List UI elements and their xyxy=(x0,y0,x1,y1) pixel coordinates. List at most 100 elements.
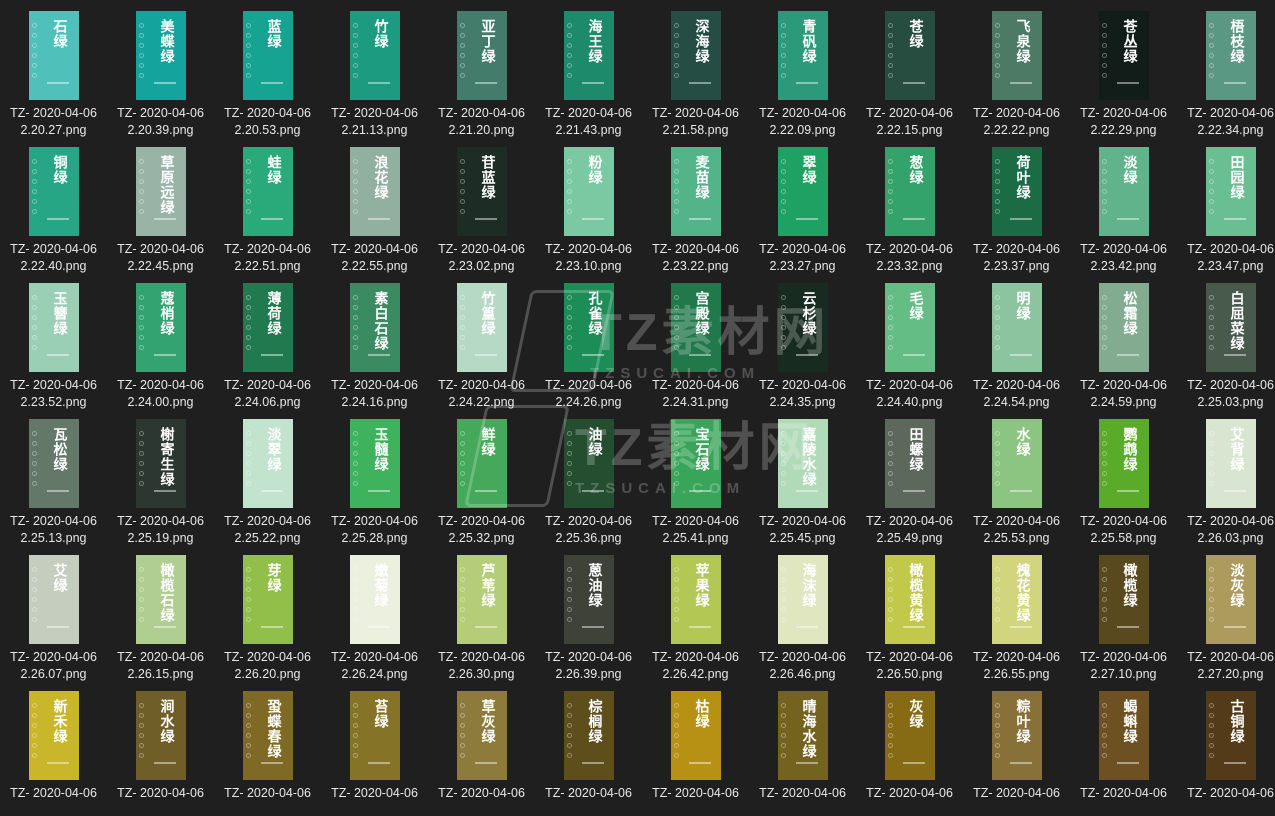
file-item[interactable]: 云杉绿 TZ- 2020-04-06 2.24.35.png xyxy=(749,272,856,409)
file-thumbnail: 芽绿 xyxy=(242,555,293,644)
swatch-marks xyxy=(887,703,894,773)
swatch-dot xyxy=(887,441,893,446)
file-item[interactable]: 橄榄石绿 TZ- 2020-04-06 2.26.15.png xyxy=(107,544,214,681)
file-item[interactable]: 田螺绿 TZ- 2020-04-06 2.25.49.png xyxy=(856,408,963,545)
swatch-marks xyxy=(994,295,1001,365)
file-item[interactable]: 粉绿 TZ- 2020-04-06 2.23.10.png xyxy=(535,136,642,273)
file-item[interactable]: 蒽油绿 TZ- 2020-04-06 2.26.39.png xyxy=(535,544,642,681)
file-item[interactable]: 葱绿 TZ- 2020-04-06 2.23.32.png xyxy=(856,136,963,273)
thumbnail-caption-mark xyxy=(1223,626,1246,628)
file-item[interactable]: 粽叶绿 TZ- 2020-04-06 xyxy=(963,680,1070,816)
file-item[interactable]: 薄荷绿 TZ- 2020-04-06 2.24.06.png xyxy=(214,272,321,409)
file-item[interactable]: 梧枝绿 TZ- 2020-04-06 2.22.34.png xyxy=(1177,0,1275,137)
file-item[interactable]: 棕榈绿 TZ- 2020-04-06 xyxy=(535,680,642,816)
file-item[interactable]: 毛绿 TZ- 2020-04-06 2.24.40.png xyxy=(856,272,963,409)
file-item[interactable]: 石绿 TZ- 2020-04-06 2.20.27.png xyxy=(0,0,107,137)
thumbnail-color-name: 蝎蝌绿 xyxy=(1121,699,1138,744)
file-item[interactable]: 蛩蝶春绿 TZ- 2020-04-06 xyxy=(214,680,321,816)
file-thumbnail: 鹦鹉绿 xyxy=(1098,419,1149,508)
file-name-label: TZ- 2020-04-06 2.22.15.png xyxy=(856,105,963,139)
file-thumbnail: 蛙绿 xyxy=(242,147,293,236)
file-item[interactable]: 荷叶绿 TZ- 2020-04-06 2.23.37.png xyxy=(963,136,1070,273)
thumbnail-caption-mark xyxy=(688,762,711,764)
file-item[interactable]: 白屈菜绿 TZ- 2020-04-06 2.25.03.png xyxy=(1177,272,1275,409)
swatch-dot xyxy=(673,733,679,738)
file-item[interactable]: 蓝绿 TZ- 2020-04-06 2.20.53.png xyxy=(214,0,321,137)
file-item[interactable]: 蝎蝌绿 TZ- 2020-04-06 xyxy=(1070,680,1177,816)
file-thumbnail: 薄荷绿 xyxy=(242,283,293,372)
swatch-marks xyxy=(1101,159,1108,229)
swatch-dot xyxy=(887,703,893,708)
file-item[interactable]: 青矾绿 TZ- 2020-04-06 2.22.09.png xyxy=(749,0,856,137)
thumbnail-color-name: 槐花黄绿 xyxy=(1014,563,1031,623)
file-item[interactable]: 榭寄生绿 TZ- 2020-04-06 2.25.19.png xyxy=(107,408,214,545)
file-item[interactable]: 素白石绿 TZ- 2020-04-06 2.24.16.png xyxy=(321,272,428,409)
file-name-label: TZ- 2020-04-06 2.25.28.png xyxy=(321,513,428,547)
file-item[interactable]: 麦苗绿 TZ- 2020-04-06 2.23.22.png xyxy=(642,136,749,273)
file-item[interactable]: 淡灰绿 TZ- 2020-04-06 2.27.20.png xyxy=(1177,544,1275,681)
swatch-dot xyxy=(994,345,1000,350)
file-item[interactable]: 浪花绿 TZ- 2020-04-06 2.22.55.png xyxy=(321,136,428,273)
file-item[interactable]: 宫殿绿 TZ- 2020-04-06 2.24.31.png xyxy=(642,272,749,409)
swatch-dot xyxy=(566,723,572,728)
file-item[interactable]: 苍绿 TZ- 2020-04-06 2.22.15.png xyxy=(856,0,963,139)
file-item[interactable]: 草灰绿 TZ- 2020-04-06 xyxy=(428,680,535,816)
file-item[interactable]: 枯绿 TZ- 2020-04-06 xyxy=(642,680,749,816)
file-item[interactable]: 芦苇绿 TZ- 2020-04-06 2.26.30.png xyxy=(428,544,535,681)
file-item[interactable]: 玉髓绿 TZ- 2020-04-06 2.25.28.png xyxy=(321,408,428,547)
file-item[interactable]: 美蝶绿 TZ- 2020-04-06 2.20.39.png xyxy=(107,0,214,137)
swatch-dot xyxy=(887,295,893,300)
file-item[interactable]: 翠绿 TZ- 2020-04-06 2.23.27.png xyxy=(749,136,856,273)
file-item[interactable]: 嫩菊绿 TZ- 2020-04-06 2.26.24.png xyxy=(321,544,428,681)
file-item[interactable]: 淡绿 TZ- 2020-04-06 2.23.42.png xyxy=(1070,136,1177,273)
file-item[interactable]: 宝石绿 TZ- 2020-04-06 2.25.41.png xyxy=(642,408,749,545)
swatch-dot xyxy=(1101,53,1107,58)
file-item[interactable]: 苷蓝绿 TZ- 2020-04-06 2.23.02.png xyxy=(428,136,535,273)
file-item[interactable]: 灰绿 TZ- 2020-04-06 xyxy=(856,680,963,816)
file-item[interactable]: 草原远绿 TZ- 2020-04-06 2.22.45.png xyxy=(107,136,214,273)
swatch-dot xyxy=(780,713,786,718)
file-item[interactable]: 橄榄绿 TZ- 2020-04-06 2.27.10.png xyxy=(1070,544,1177,681)
file-item[interactable]: 晴海水绿 TZ- 2020-04-06 xyxy=(749,680,856,816)
file-item[interactable]: 艾背绿 TZ- 2020-04-06 2.26.03.png xyxy=(1177,408,1275,545)
file-item[interactable]: 蛙绿 TZ- 2020-04-06 2.22.51.png xyxy=(214,136,321,273)
file-item[interactable]: 田园绿 TZ- 2020-04-06 2.23.47.png xyxy=(1177,136,1275,273)
file-item[interactable]: 苔绿 TZ- 2020-04-06 xyxy=(321,680,428,816)
file-item[interactable]: 槐花黄绿 TZ- 2020-04-06 2.26.55.png xyxy=(963,544,1070,681)
file-thumbnail: 嫩菊绿 xyxy=(349,555,400,644)
file-item[interactable]: 嘉陵水绿 TZ- 2020-04-06 2.25.45.png xyxy=(749,408,856,545)
file-item[interactable]: 芽绿 TZ- 2020-04-06 2.26.20.png xyxy=(214,544,321,681)
file-item[interactable]: 瓦松绿 TZ- 2020-04-06 2.25.13.png xyxy=(0,408,107,545)
file-thumbnail: 石绿 xyxy=(28,11,79,100)
file-item[interactable]: 深海绿 TZ- 2020-04-06 2.21.58.png xyxy=(642,0,749,137)
swatch-marks xyxy=(31,703,38,773)
file-item[interactable]: 铜绿 TZ- 2020-04-06 2.22.40.png xyxy=(0,136,107,273)
file-item[interactable]: 苍丛绿 TZ- 2020-04-06 2.22.29.png xyxy=(1070,0,1177,137)
file-item[interactable]: 飞泉绿 TZ- 2020-04-06 2.22.22.png xyxy=(963,0,1070,137)
file-item[interactable]: 艾绿 TZ- 2020-04-06 2.26.07.png xyxy=(0,544,107,681)
file-item[interactable]: 亚丁绿 TZ- 2020-04-06 2.21.20.png xyxy=(428,0,535,137)
file-item[interactable]: 橄榄黄绿 TZ- 2020-04-06 2.26.50.png xyxy=(856,544,963,681)
swatch-dot xyxy=(1208,33,1214,38)
file-item[interactable]: 松霜绿 TZ- 2020-04-06 2.24.59.png xyxy=(1070,272,1177,409)
file-item[interactable]: 古铜绿 TZ- 2020-04-06 xyxy=(1177,680,1275,816)
file-item[interactable]: 新禾绿 TZ- 2020-04-06 xyxy=(0,680,107,816)
swatch-dot xyxy=(780,345,786,350)
file-item[interactable]: 水绿 TZ- 2020-04-06 2.25.53.png xyxy=(963,408,1070,545)
swatch-dot xyxy=(459,33,465,38)
file-item[interactable]: 苹果绿 TZ- 2020-04-06 2.26.42.png xyxy=(642,544,749,681)
file-item[interactable]: 玉簪绿 TZ- 2020-04-06 2.23.52.png xyxy=(0,272,107,409)
swatch-dot xyxy=(31,33,37,38)
thumbnail-color-name: 嫩菊绿 xyxy=(372,563,389,608)
thumbnail-color-name: 亚丁绿 xyxy=(479,19,496,64)
file-item[interactable]: 鹦鹉绿 TZ- 2020-04-06 2.25.58.png xyxy=(1070,408,1177,545)
file-item[interactable]: 蔻梢绿 TZ- 2020-04-06 2.24.00.png xyxy=(107,272,214,409)
file-item[interactable]: 涧水绿 TZ- 2020-04-06 xyxy=(107,680,214,816)
file-item[interactable]: 竹绿 TZ- 2020-04-06 2.21.13.png xyxy=(321,0,428,137)
file-item[interactable]: 海王绿 TZ- 2020-04-06 2.21.43.png xyxy=(535,0,642,137)
file-item[interactable]: 淡翠绿 TZ- 2020-04-06 2.25.22.png xyxy=(214,408,321,545)
file-name-line1: TZ- 2020-04-06 xyxy=(759,786,846,800)
file-item[interactable]: 海沫绿 TZ- 2020-04-06 2.26.46.png xyxy=(749,544,856,681)
file-item[interactable]: 明绿 TZ- 2020-04-06 2.24.54.png xyxy=(963,272,1070,409)
thumbnail-color-name: 橄榄绿 xyxy=(1121,563,1138,608)
